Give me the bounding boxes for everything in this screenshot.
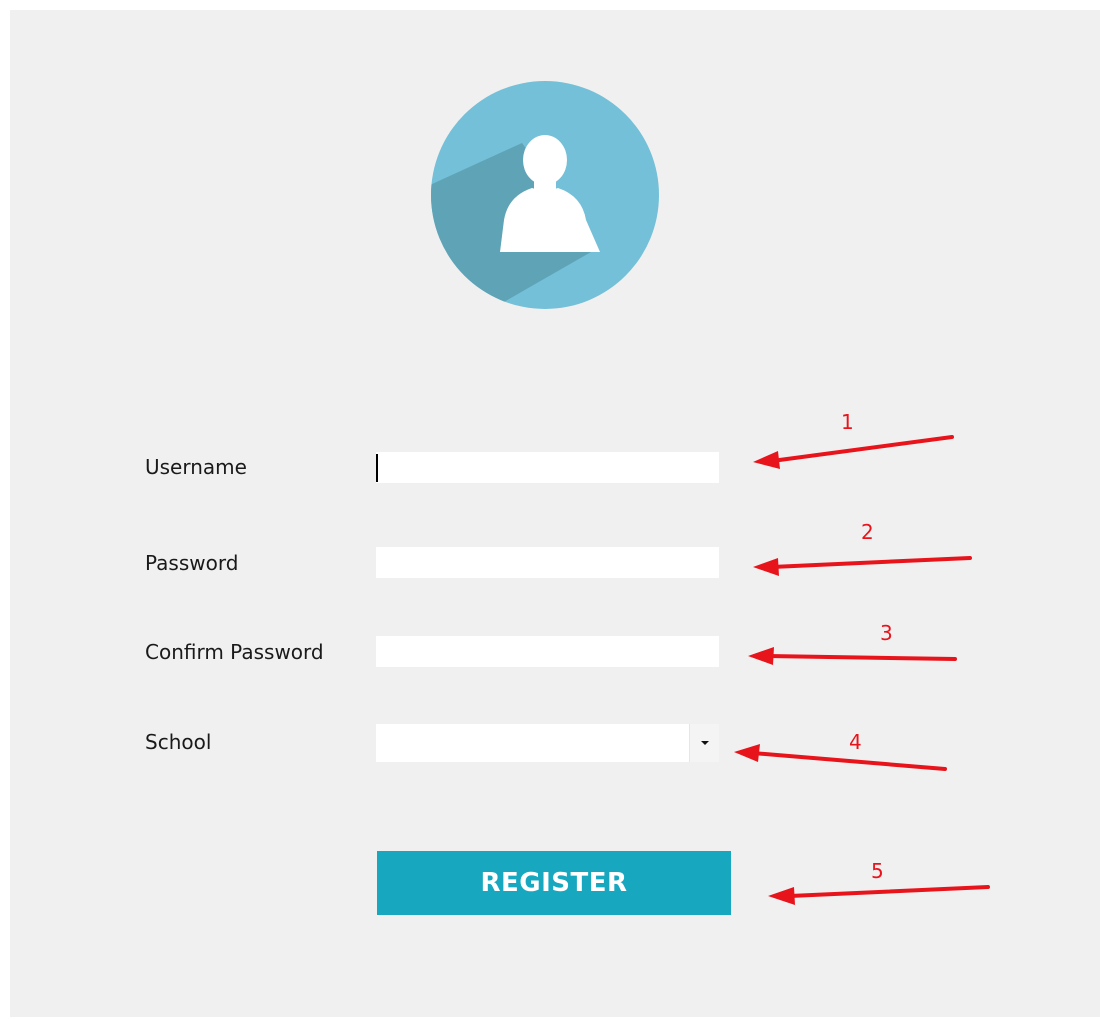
username-field[interactable]	[376, 452, 719, 483]
annotation-number-1: 1	[841, 410, 854, 434]
register-button[interactable]: REGISTER	[377, 851, 731, 915]
annotation-number-5: 5	[871, 859, 884, 883]
annotation-number-2: 2	[861, 520, 874, 544]
school-label: School	[145, 730, 212, 754]
confirm-password-field[interactable]	[376, 636, 719, 667]
text-caret	[376, 454, 378, 482]
username-label: Username	[145, 455, 247, 479]
user-avatar-icon	[431, 81, 659, 309]
password-field[interactable]	[376, 547, 719, 578]
school-select[interactable]	[376, 724, 719, 762]
chevron-down-icon	[701, 741, 709, 745]
password-label: Password	[145, 551, 239, 575]
annotation-number-3: 3	[880, 621, 893, 645]
confirm-password-label: Confirm Password	[145, 640, 324, 664]
school-dropdown-button[interactable]	[689, 724, 719, 762]
annotation-number-4: 4	[849, 730, 862, 754]
